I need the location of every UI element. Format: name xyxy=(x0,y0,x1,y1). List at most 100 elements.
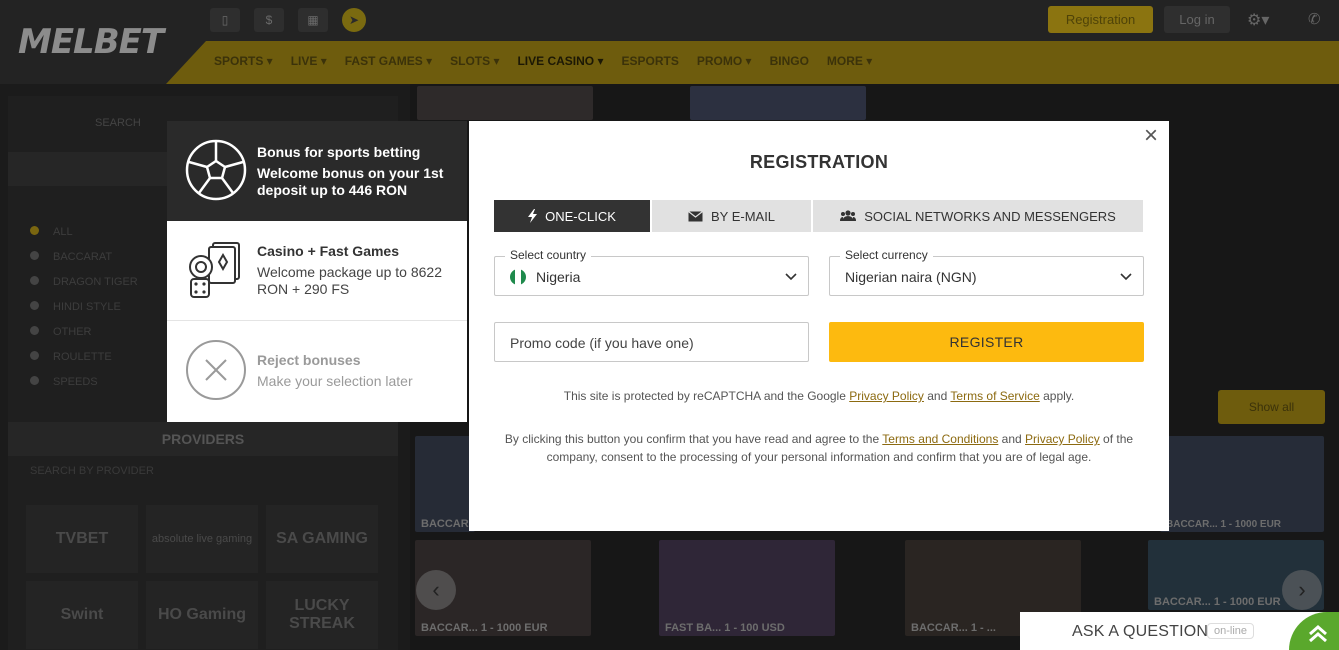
terms-and-conditions-link[interactable]: Terms and Conditions xyxy=(882,432,998,446)
reject-icon xyxy=(186,340,246,400)
privacy-policy-link[interactable]: Privacy Policy xyxy=(1025,432,1100,446)
nav-slots[interactable]: SLOTS ▾ xyxy=(450,54,499,68)
lightning-icon xyxy=(528,209,538,223)
envelope-icon xyxy=(688,210,703,221)
promo-code-input[interactable]: Promo code (if you have one) xyxy=(494,322,809,362)
top-icons: ▯ $ ▦ ➤ xyxy=(210,8,366,32)
tab-label: BY E-MAIL xyxy=(710,208,776,224)
provider-tile[interactable]: Swint xyxy=(26,581,138,649)
nav-bingo[interactable]: BINGO xyxy=(770,54,809,68)
radio-icon xyxy=(30,251,39,260)
bonus-description: Welcome package up to 8622 RON + 290 FS xyxy=(257,264,442,297)
category-item[interactable]: SPEEDS xyxy=(30,370,138,395)
close-icon[interactable]: × xyxy=(1141,124,1161,148)
sidebar-search[interactable]: SEARCH xyxy=(95,117,141,129)
chat-status-badge: on-line xyxy=(1207,623,1255,639)
chevron-down-icon xyxy=(785,273,797,281)
radio-icon xyxy=(30,276,39,285)
bonus-option-reject[interactable]: Reject bonuses Make your selection later xyxy=(167,321,467,421)
site-logo[interactable]: MELBET xyxy=(18,22,164,62)
arrow-left-icon[interactable]: ‹ xyxy=(416,570,456,610)
telegram-icon[interactable]: ➤ xyxy=(342,8,366,32)
nav-more[interactable]: MORE ▾ xyxy=(827,54,872,68)
casino-chips-icon xyxy=(189,242,240,298)
currency-label: Select currency xyxy=(840,248,933,262)
category-item[interactable]: DRAGON TIGER xyxy=(30,270,138,295)
people-icon xyxy=(840,210,857,221)
provider-tile[interactable]: absolute live gaming xyxy=(146,505,258,573)
nav-live-casino[interactable]: LIVE CASINO ▾ xyxy=(517,54,603,68)
recaptcha-notice: This site is protected by reCAPTCHA and … xyxy=(563,389,1075,403)
radio-icon xyxy=(30,326,39,335)
gear-icon[interactable]: ⚙▾ xyxy=(1247,10,1269,30)
category-list: ALL BACCARAT DRAGON TIGER HINDI STYLE OT… xyxy=(30,220,138,395)
bonus-title: Reject bonuses xyxy=(257,352,361,368)
provider-tile[interactable]: SA GAMING xyxy=(266,505,378,573)
promo-placeholder: Promo code (if you have one) xyxy=(510,335,694,351)
bonus-option-sports[interactable]: Bonus for sports betting Welcome bonus o… xyxy=(167,121,467,221)
show-all-button[interactable]: Show all xyxy=(1218,390,1325,424)
category-item[interactable]: BACCARAT xyxy=(30,245,138,270)
mobile-icon[interactable]: ▯ xyxy=(210,8,240,32)
register-button[interactable]: REGISTER xyxy=(829,322,1144,362)
radio-icon xyxy=(30,301,39,310)
currency-select[interactable]: Select currency Nigerian naira (NGN) xyxy=(829,248,1144,296)
registration-tabs: ONE-CLICK BY E-MAIL SOCIAL NETWORKS AND … xyxy=(494,200,1143,232)
nigeria-flag-icon xyxy=(510,269,526,285)
main-nav-items: SPORTS ▾ LIVE ▾ FAST GAMES ▾ SLOTS ▾ LIV… xyxy=(214,54,872,68)
phone-icon[interactable]: ✆ xyxy=(1308,10,1321,28)
bonus-option-casino[interactable]: Casino + Fast Games Welcome package up t… xyxy=(167,221,467,321)
game-thumb[interactable] xyxy=(417,86,593,120)
radio-icon xyxy=(30,376,39,385)
chevrons-up-icon xyxy=(1309,625,1327,643)
modal-title: REGISTRATION xyxy=(749,152,889,172)
provider-tile[interactable]: HO Gaming xyxy=(146,581,258,649)
provider-tile[interactable]: LUCKY STREAK xyxy=(266,581,378,649)
tab-one-click[interactable]: ONE-CLICK xyxy=(494,200,652,232)
tab-label: ONE-CLICK xyxy=(545,208,616,224)
game-thumb[interactable] xyxy=(690,86,866,120)
bonus-panel: Bonus for sports betting Welcome bonus o… xyxy=(167,121,467,422)
terms-of-service-link[interactable]: Terms of Service xyxy=(950,389,1039,403)
provider-grid: TVBET absolute live gaming SA GAMING Swi… xyxy=(26,505,378,649)
tab-label: SOCIAL NETWORKS AND MESSENGERS xyxy=(864,208,1116,224)
bonus-title: Bonus for sports betting xyxy=(257,143,421,160)
provider-tile[interactable]: TVBET xyxy=(26,505,138,573)
currency-value: Nigerian naira (NGN) xyxy=(845,269,977,285)
nav-sports[interactable]: SPORTS ▾ xyxy=(214,54,273,68)
country-label: Select country xyxy=(505,248,592,262)
header-registration-button[interactable]: Registration xyxy=(1048,6,1153,33)
category-item[interactable]: ALL xyxy=(30,220,138,245)
providers-search[interactable]: SEARCH BY PROVIDER xyxy=(30,465,154,477)
country-select[interactable]: Select country Nigeria xyxy=(494,248,809,296)
nav-esports[interactable]: ESPORTS xyxy=(622,54,679,68)
header-login-button[interactable]: Log in xyxy=(1164,6,1230,33)
game-thumb[interactable]: BACCAR... 1 - 1000 EUR xyxy=(1160,436,1324,532)
arrow-right-icon[interactable]: › xyxy=(1282,570,1322,610)
bonus-description: Make your selection later xyxy=(257,373,413,389)
category-item[interactable]: OTHER xyxy=(30,320,138,345)
radio-icon xyxy=(30,226,39,235)
soccer-ball-icon xyxy=(185,139,247,201)
country-value: Nigeria xyxy=(536,269,581,285)
category-item[interactable]: HINDI STYLE xyxy=(30,295,138,320)
chevron-down-icon xyxy=(1120,273,1132,281)
privacy-policy-link[interactable]: Privacy Policy xyxy=(849,389,924,403)
tab-social-networks[interactable]: SOCIAL NETWORKS AND MESSENGERS xyxy=(813,200,1143,232)
building-icon[interactable]: ▦ xyxy=(298,8,328,32)
bonus-description: Welcome bonus on your 1st deposit up to … xyxy=(257,164,444,198)
radio-icon xyxy=(30,351,39,360)
game-thumb[interactable]: FAST BA... 1 - 100 USD xyxy=(659,540,835,636)
nav-promo[interactable]: PROMO ▾ xyxy=(697,54,752,68)
chat-label: ASK A QUESTION xyxy=(1072,623,1209,640)
dollar-icon[interactable]: $ xyxy=(254,8,284,32)
bonus-title: Casino + Fast Games xyxy=(257,243,400,259)
game-thumb[interactable]: BACCAR... xyxy=(415,436,478,532)
category-item[interactable]: ROULETTE xyxy=(30,345,138,370)
nav-live[interactable]: LIVE ▾ xyxy=(291,54,327,68)
consent-notice: By clicking this button you confirm that… xyxy=(504,432,1134,464)
registration-modal: × REGISTRATION ONE-CLICK BY E-MAIL SOCIA… xyxy=(469,121,1169,531)
tab-by-email[interactable]: BY E-MAIL xyxy=(652,200,813,232)
nav-fast-games[interactable]: FAST GAMES ▾ xyxy=(345,54,432,68)
providers-header: PROVIDERS xyxy=(8,422,398,456)
